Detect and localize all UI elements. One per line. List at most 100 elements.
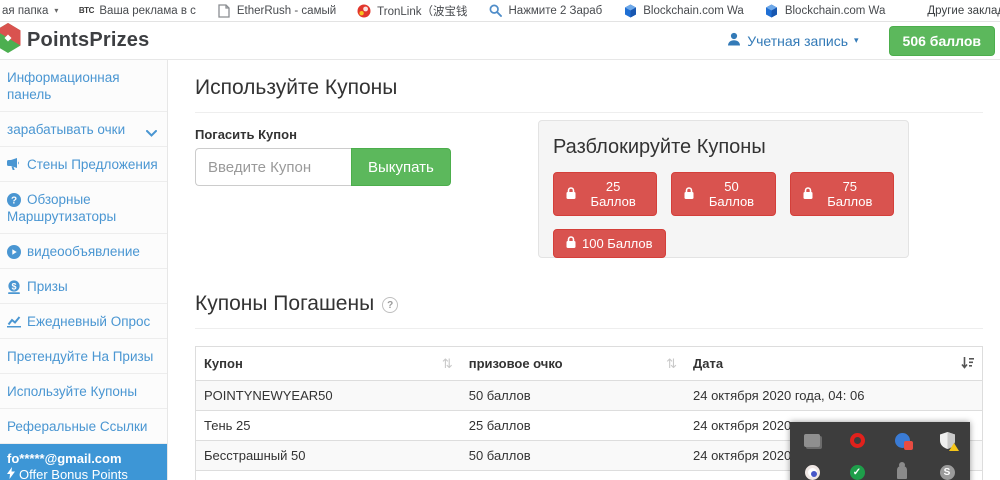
help-icon[interactable]: ? [382,297,398,313]
antivirus-ok-icon[interactable]: ✓ [847,462,867,480]
tronlink-icon [357,4,371,18]
brand-logo[interactable]: PointsPrizes [0,22,149,59]
bookmark-item[interactable]: TronLink（波宝钱 [357,3,467,19]
bookmark-item[interactable]: BTC Ваша реклама в с [79,4,196,18]
sort-icon[interactable]: ⇅ [666,356,677,372]
bookmark-item[interactable]: Blockchain.com Wa [623,4,744,18]
bookmark-item[interactable]: Нажмите 2 Зараб [489,4,603,18]
column-header-date[interactable]: Дата [685,347,983,381]
site-header: PointsPrizes Учетная запись ▾ 506 баллов [0,22,1000,60]
sidebar-account-banner[interactable]: fo*****@gmail.com Offer Bonus Points [0,444,167,480]
header-right: Учетная запись ▾ 506 баллов [727,26,1000,56]
sidebar-item-video-ads[interactable]: видеообъявление [0,234,167,269]
coupon-cell: Тень 25 [196,411,461,441]
redeemed-coupons-title: Купоны Погашены ? [195,292,983,316]
caret-down-icon: ▾ [54,6,58,15]
sidebar-item-daily-poll[interactable]: Ежедневный Опрос [0,304,167,339]
media-player-icon[interactable] [802,462,822,480]
svg-text:$: $ [11,281,16,291]
sort-desc-icon[interactable] [961,356,974,373]
defender-warning-icon[interactable] [937,430,957,450]
sidebar-item-label: зарабатывать очки [7,122,125,137]
sidebar-item-label: Ежедневный Опрос [27,314,150,329]
sidebar-item-dashboard[interactable]: Информационная панель [0,60,167,112]
play-circle-icon [7,245,22,258]
coupon-cell: POINTYNEWYEAR50 [196,381,461,411]
system-tray-popup: ✓ S [790,422,970,480]
sidebar-item-survey-routers[interactable]: ? Обзорные Маршрутизаторы [0,182,167,234]
lock-icon [684,187,694,202]
sidebar-item-claim-prizes[interactable]: Претендуйте На Призы [0,339,167,374]
column-header-points[interactable]: призовое очко ⇅ [461,347,685,381]
dollar-icon: $ [7,280,22,293]
bookmark-label: Blockchain.com Wa [643,5,744,17]
bookmark-item[interactable]: EtherRush - самый [217,4,336,18]
account-email: fo*****@gmail.com [7,451,159,467]
unlock-100-button[interactable]: 100 Баллов [553,229,666,258]
bookmark-label: Blockchain.com Wa [785,5,886,17]
sidebar-item-label: Стены Предложения [27,157,158,172]
page-icon [217,4,231,18]
skype-icon[interactable]: S [937,462,957,480]
megaphone-icon [7,158,22,171]
sidebar-item-prizes[interactable]: $ Призы [0,269,167,304]
date-cell: 24 октября 2020 года, 04: 06 [685,381,983,411]
bookmark-label: EtherRush - самый [237,5,336,17]
keyboard-figure-icon[interactable] [892,462,912,480]
account-offer: Offer Bonus Points [7,467,159,480]
points-cell: 50 баллов [461,381,685,411]
account-dropdown[interactable]: Учетная запись ▾ [727,32,858,49]
redeem-coupon-label: Погасить Купон [195,127,440,142]
lock-icon [803,187,813,202]
points-cell: 25 баллов [461,411,685,441]
unlock-coupons-title: Разблокируйте Купоны [553,136,894,159]
sync-app-icon[interactable] [892,430,912,450]
unlock-coupons-panel: Разблокируйте Купоны 25 Баллов 50 Баллов… [538,120,909,258]
redeem-coupon-form: Погасить Купон Выкупать [195,127,440,186]
btc-icon: BTC [79,4,93,18]
sidebar-item-referral-links[interactable]: Реферальные Ссылки [0,409,167,444]
blockchain-icon [623,4,637,18]
brand-name: PointsPrizes [27,29,149,52]
chevron-down-icon [146,124,157,141]
caret-down-icon: ▾ [854,35,859,46]
other-bookmarks-label: Другие закладки [927,5,1000,17]
lock-icon [566,236,576,251]
bookmark-label: Ваша реклама в с [99,5,196,17]
sidebar-item-earn-points[interactable]: зарабатывать очки [0,112,167,147]
bookmark-item[interactable]: Blockchain.com Wa [765,4,886,18]
window-icon[interactable] [802,430,822,450]
page-title: Используйте Купоны [195,76,983,100]
divider [195,328,983,329]
other-bookmarks-button[interactable]: Другие закладки ▾ [927,5,1000,17]
sidebar: Информационная панель зарабатывать очки … [0,60,168,480]
bolt-icon [7,467,15,480]
sidebar-item-label: Информационная панель [7,70,120,102]
bookmark-folder[interactable]: ая папка ▾ [2,5,58,17]
unlock-75-button[interactable]: 75 Баллов [790,172,894,216]
coupon-cell [196,471,461,480]
main-content: Используйте Купоны Погасить Купон Выкупа… [168,60,1000,480]
sidebar-item-label: Обзорные Маршрутизаторы [7,192,116,224]
column-header-coupon[interactable]: Купон ⇅ [196,347,461,381]
magnifier-icon [489,4,503,18]
unlock-25-button[interactable]: 25 Баллов [553,172,657,216]
unlock-50-button[interactable]: 50 Баллов [671,172,775,216]
pointsprizes-logo-icon [0,22,23,59]
person-icon [727,32,741,49]
unlock-buttons-row: 100 Баллов [553,229,894,258]
sidebar-item-label: Претендуйте На Призы [7,349,153,364]
sidebar-item-label: Используйте Купоны [7,384,137,399]
coupon-cell: Бесстрашный 50 [196,441,461,471]
bookmark-label: Нажмите 2 Зараб [509,5,603,17]
opera-icon[interactable] [847,430,867,450]
points-balance-button[interactable]: 506 баллов [889,26,995,56]
sidebar-item-use-coupons[interactable]: Используйте Купоны [0,374,167,409]
redeem-button[interactable]: Выкупать [351,148,451,186]
svg-text:?: ? [11,196,17,207]
coupon-input[interactable] [195,148,351,186]
sort-icon[interactable]: ⇅ [442,356,453,372]
bookmark-label: TronLink（波宝钱 [377,3,467,19]
sidebar-item-label: Призы [27,279,68,294]
sidebar-item-offer-walls[interactable]: Стены Предложения [0,147,167,182]
